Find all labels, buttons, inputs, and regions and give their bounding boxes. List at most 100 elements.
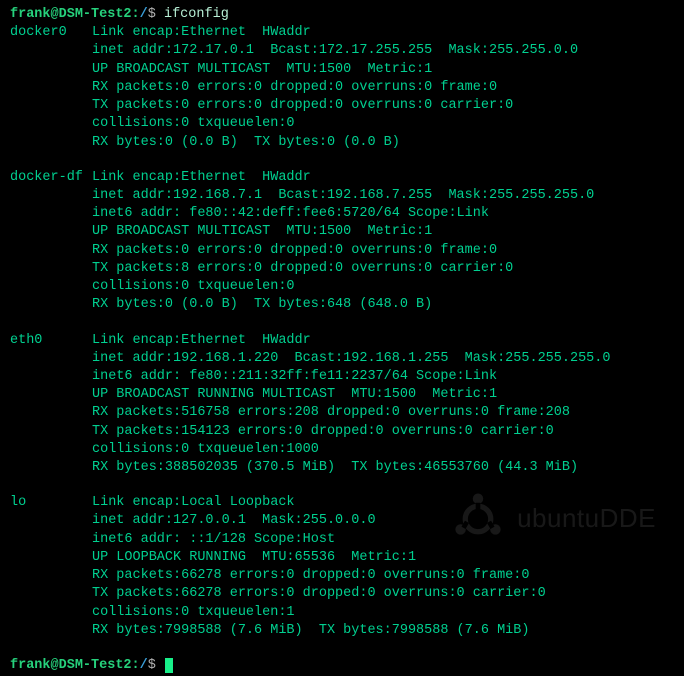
interface-line: inet addr:127.0.0.1 Mask:255.0.0.0 (10, 512, 674, 530)
interface-list: docker0 Link encap:Ethernet HWaddr inet … (10, 24, 674, 640)
interface-line: RX packets:516758 errors:208 dropped:0 o… (10, 404, 674, 422)
interface-line: inet addr:192.168.1.220 Bcast:192.168.1.… (10, 350, 674, 368)
redacted-hwaddr (319, 25, 469, 38)
indent (10, 134, 92, 152)
indent (10, 423, 92, 441)
command-text: ifconfig (164, 7, 229, 22)
indent (10, 386, 92, 404)
interface-line: RX bytes:388502035 (370.5 MiB) TX bytes:… (10, 459, 674, 477)
terminal-content: frank@DSM-Test2:/$ ifconfig docker0 Link… (10, 6, 674, 675)
interface-line: TX packets:66278 errors:0 dropped:0 over… (10, 585, 674, 603)
interface-name: docker0 (10, 24, 92, 42)
prompt-user: frank (10, 7, 51, 22)
interface-text: inet6 addr: fe80::211:32ff:fe11:2237/64 … (92, 369, 497, 384)
prompt-host: DSM-Test2 (59, 7, 132, 22)
interface-line: inet6 addr: fe80::42:deff:fee6:5720/64 S… (10, 205, 674, 223)
prompt-line-top: frank@DSM-Test2:/$ ifconfig (10, 6, 674, 24)
interface-line: docker0 Link encap:Ethernet HWaddr (10, 24, 674, 42)
indent (10, 79, 92, 97)
interface-text: inet addr:192.168.7.1 Bcast:192.168.7.25… (92, 188, 594, 203)
prompt-line-bottom[interactable]: frank@DSM-Test2:/$ (10, 657, 674, 675)
interface-line: RX bytes:7998588 (7.6 MiB) TX bytes:7998… (10, 622, 674, 640)
interface-line: RX packets:0 errors:0 dropped:0 overruns… (10, 242, 674, 260)
interface-line: RX packets:0 errors:0 dropped:0 overruns… (10, 79, 674, 97)
interface-text: inet addr:127.0.0.1 Mask:255.0.0.0 (92, 513, 376, 528)
interface-text: Link encap:Ethernet HWaddr (92, 170, 319, 185)
interface-line: RX bytes:0 (0.0 B) TX bytes:648 (648.0 B… (10, 296, 674, 314)
indent (10, 585, 92, 603)
interface-text: UP BROADCAST RUNNING MULTICAST MTU:1500 … (92, 387, 497, 402)
cursor-icon (165, 658, 173, 673)
interface-text: TX packets:0 errors:0 dropped:0 overruns… (92, 98, 513, 113)
interface-text: inet addr:172.17.0.1 Bcast:172.17.255.25… (92, 43, 578, 58)
interface-name: lo (10, 494, 92, 512)
interface-name: docker-df (10, 169, 92, 187)
prompt-user: frank (10, 658, 51, 673)
prompt-path: / (140, 7, 148, 22)
interface-line: TX packets:8 errors:0 dropped:0 overruns… (10, 260, 674, 278)
prompt-path: / (140, 658, 148, 673)
interface-line: eth0 Link encap:Ethernet HWaddr (10, 332, 674, 350)
indent (10, 567, 92, 585)
interface-line: inet addr:172.17.0.1 Bcast:172.17.255.25… (10, 42, 674, 60)
interface-block: docker-dfLink encap:Ethernet HWaddr inet… (10, 169, 674, 315)
interface-text: UP BROADCAST MULTICAST MTU:1500 Metric:1 (92, 224, 432, 239)
indent (10, 42, 92, 60)
indent (10, 368, 92, 386)
interface-line: inet6 addr: fe80::211:32ff:fe11:2237/64 … (10, 368, 674, 386)
interface-line: TX packets:0 errors:0 dropped:0 overruns… (10, 97, 674, 115)
redacted-hwaddr (319, 332, 469, 345)
prompt-at: @ (51, 7, 59, 22)
indent (10, 441, 92, 459)
interface-text: inet addr:192.168.1.220 Bcast:192.168.1.… (92, 351, 610, 366)
interface-block: lo Link encap:Local Loopback inet addr:1… (10, 494, 674, 640)
interface-text: Link encap:Local Loopback (92, 495, 295, 510)
interface-line: collisions:0 txqueuelen:1 (10, 604, 674, 622)
prompt-colon: : (132, 7, 140, 22)
interface-line: UP LOOPBACK RUNNING MTU:65536 Metric:1 (10, 549, 674, 567)
prompt-symbol: $ (148, 658, 156, 673)
indent (10, 459, 92, 477)
interface-text: UP BROADCAST MULTICAST MTU:1500 Metric:1 (92, 62, 432, 77)
indent (10, 404, 92, 422)
interface-name: eth0 (10, 332, 92, 350)
interface-text: Link encap:Ethernet HWaddr (92, 25, 319, 40)
interface-line: UP BROADCAST RUNNING MULTICAST MTU:1500 … (10, 386, 674, 404)
interface-line: collisions:0 txqueuelen:0 (10, 115, 674, 133)
interface-text: Link encap:Ethernet HWaddr (92, 333, 319, 348)
indent (10, 549, 92, 567)
interface-text: TX packets:66278 errors:0 dropped:0 over… (92, 586, 546, 601)
indent (10, 296, 92, 314)
interface-text: collisions:0 txqueuelen:0 (92, 116, 295, 131)
interface-text: TX packets:8 errors:0 dropped:0 overruns… (92, 261, 513, 276)
indent (10, 260, 92, 278)
interface-text: RX packets:516758 errors:208 dropped:0 o… (92, 405, 570, 420)
indent (10, 278, 92, 296)
interface-block: eth0 Link encap:Ethernet HWaddr inet add… (10, 332, 674, 478)
indent (10, 512, 92, 530)
interface-text: RX packets:66278 errors:0 dropped:0 over… (92, 568, 529, 583)
interface-line: lo Link encap:Local Loopback (10, 494, 674, 512)
interface-line: UP BROADCAST MULTICAST MTU:1500 Metric:1 (10, 223, 674, 241)
redacted-hwaddr (319, 170, 469, 183)
interface-text: inet6 addr: ::1/128 Scope:Host (92, 532, 335, 547)
interface-line: docker-dfLink encap:Ethernet HWaddr (10, 169, 674, 187)
indent (10, 61, 92, 79)
interface-line: RX bytes:0 (0.0 B) TX bytes:0 (0.0 B) (10, 134, 674, 152)
indent (10, 97, 92, 115)
interface-line: inet addr:192.168.7.1 Bcast:192.168.7.25… (10, 187, 674, 205)
indent (10, 531, 92, 549)
interface-line: RX packets:66278 errors:0 dropped:0 over… (10, 567, 674, 585)
indent (10, 115, 92, 133)
indent (10, 604, 92, 622)
prompt-symbol: $ (148, 7, 156, 22)
interface-text: RX bytes:0 (0.0 B) TX bytes:648 (648.0 B… (92, 297, 432, 312)
interface-text: collisions:0 txqueuelen:1000 (92, 442, 319, 457)
interface-text: RX packets:0 errors:0 dropped:0 overruns… (92, 80, 497, 95)
indent (10, 242, 92, 260)
interface-text: UP LOOPBACK RUNNING MTU:65536 Metric:1 (92, 550, 416, 565)
indent (10, 187, 92, 205)
interface-text: RX bytes:0 (0.0 B) TX bytes:0 (0.0 B) (92, 135, 400, 150)
interface-line: collisions:0 txqueuelen:1000 (10, 441, 674, 459)
interface-text: collisions:0 txqueuelen:0 (92, 279, 295, 294)
